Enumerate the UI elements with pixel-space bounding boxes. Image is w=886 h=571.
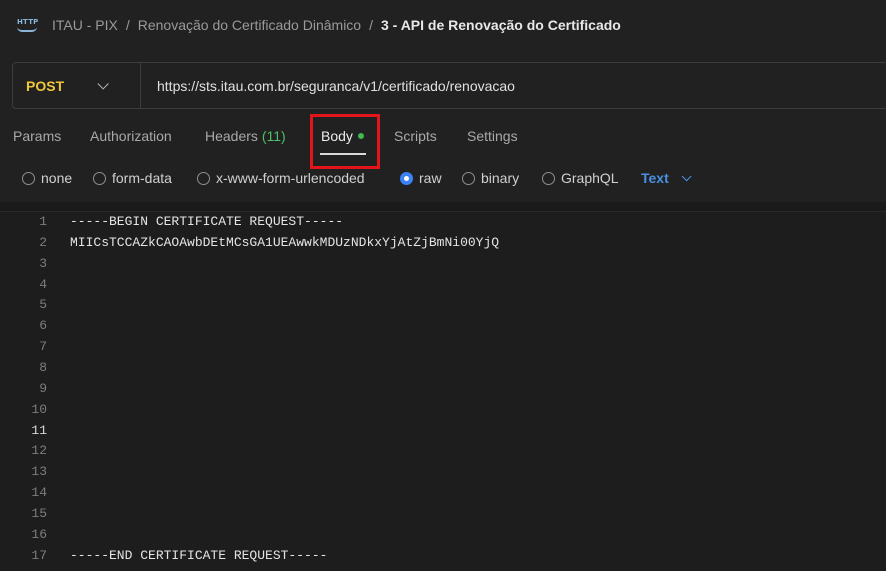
- line-number: 7: [39, 339, 47, 355]
- line-number: 12: [31, 443, 47, 459]
- breadcrumb: HTTP ITAU - PIX / Renovação do Certifica…: [0, 0, 886, 50]
- radio-label: binary: [481, 170, 520, 186]
- tab-authorization[interactable]: Authorization: [90, 128, 172, 144]
- radio-label: none: [41, 170, 73, 186]
- line-number: 4: [39, 276, 47, 292]
- radio-label: raw: [419, 170, 442, 186]
- request-tabs: Params Authorization Headers (11) Body S…: [0, 120, 886, 156]
- editor-line[interactable]: 13: [0, 464, 886, 485]
- editor-line[interactable]: 17 -----END CERTIFICATE REQUEST-----: [0, 548, 886, 569]
- chevron-down-icon: [97, 77, 109, 90]
- method-label: POST: [26, 77, 65, 94]
- code-text: -----END CERTIFICATE REQUEST-----: [70, 547, 328, 563]
- breadcrumb-folder[interactable]: Renovação do Certificado Dinâmico: [138, 17, 361, 33]
- url-bar: POST https://sts.itau.com.br/seguranca/v…: [12, 62, 886, 109]
- radio-circle-icon: [22, 171, 35, 185]
- radio-circle-icon: [542, 171, 555, 185]
- format-label: Text: [641, 170, 669, 186]
- line-number: 2: [39, 234, 47, 250]
- editor-line[interactable]: 2 MIICsTCCAZkCAOAwbDEtMCsGA1UEAwwkMDUzNDk…: [0, 235, 886, 256]
- radio-raw[interactable]: raw: [400, 170, 442, 186]
- editor-edge: [0, 202, 886, 211]
- radio-none[interactable]: none: [22, 170, 72, 186]
- code-text: -----BEGIN CERTIFICATE REQUEST-----: [70, 214, 344, 229]
- highlight-annotation: [310, 114, 380, 169]
- radio-label: form-data: [112, 170, 172, 186]
- editor-line[interactable]: 1 -----BEGIN CERTIFICATE REQUEST-----: [0, 214, 886, 235]
- editor-line[interactable]: 15: [0, 506, 886, 527]
- chevron-down-icon: [681, 170, 692, 181]
- radio-graphql[interactable]: GraphQL: [542, 170, 619, 186]
- editor-line[interactable]: 4: [0, 277, 886, 298]
- radio-circle-icon: [93, 171, 106, 185]
- radio-checked-icon: [400, 171, 413, 185]
- breadcrumb-separator: /: [369, 17, 373, 33]
- radio-form-data[interactable]: form-data: [93, 170, 172, 186]
- radio-label: GraphQL: [561, 170, 619, 186]
- tab-headers-label: Headers: [205, 128, 258, 144]
- url-input[interactable]: https://sts.itau.com.br/seguranca/v1/cer…: [141, 78, 515, 94]
- radio-x-www-form-urlencoded[interactable]: x-www-form-urlencoded: [197, 170, 365, 186]
- line-number: 17: [31, 547, 47, 563]
- line-number: 10: [31, 401, 47, 417]
- editor-line[interactable]: 12: [0, 443, 886, 464]
- body-type-selector: none form-data x-www-form-urlencoded raw…: [0, 166, 886, 192]
- editor-line[interactable]: 7: [0, 339, 886, 360]
- body-editor[interactable]: 1 -----BEGIN CERTIFICATE REQUEST----- 2 MII…: [0, 211, 886, 571]
- line-number: 13: [31, 464, 47, 480]
- line-number: 5: [39, 297, 47, 313]
- line-number: 14: [31, 485, 47, 501]
- editor-line[interactable]: 10: [0, 402, 886, 423]
- editor-line[interactable]: 14: [0, 485, 886, 506]
- line-number: 8: [39, 359, 47, 375]
- radio-circle-icon: [197, 171, 210, 185]
- line-number: 16: [31, 526, 47, 542]
- line-number: 3: [39, 255, 47, 271]
- http-request-icon: HTTP: [17, 16, 39, 34]
- editor-line[interactable]: 9: [0, 381, 886, 402]
- tab-params[interactable]: Params: [13, 128, 61, 144]
- editor-line[interactable]: 3: [0, 256, 886, 277]
- editor-line[interactable]: 16: [0, 527, 886, 548]
- tab-scripts[interactable]: Scripts: [394, 128, 437, 144]
- format-select[interactable]: Text: [641, 170, 692, 186]
- line-number: 1: [39, 214, 47, 229]
- breadcrumb-separator: /: [125, 17, 130, 33]
- line-number: 9: [39, 380, 47, 396]
- editor-line[interactable]: 11: [0, 423, 886, 444]
- line-number: 15: [31, 505, 47, 521]
- line-number: 6: [39, 318, 47, 334]
- radio-binary[interactable]: binary: [462, 170, 519, 186]
- radio-label: x-www-form-urlencoded: [216, 170, 365, 186]
- editor-line[interactable]: 6: [0, 318, 886, 339]
- tab-settings[interactable]: Settings: [467, 128, 518, 144]
- line-number: 11: [31, 422, 47, 438]
- radio-circle-icon: [462, 171, 475, 185]
- headers-count: (11): [261, 128, 286, 144]
- code-text: MIICsTCCAZkCAOAwbDEtMCsGA1UEAwwkMDUzNDkx…: [70, 234, 500, 250]
- tab-headers[interactable]: Headers (11): [205, 128, 286, 144]
- editor-line[interactable]: 5: [0, 297, 886, 318]
- method-select[interactable]: POST: [13, 63, 141, 108]
- editor-line[interactable]: 8: [0, 360, 886, 381]
- request-name[interactable]: 3 - API de Renovação do Certificado: [381, 17, 621, 33]
- breadcrumb-collection[interactable]: ITAU - PIX: [52, 17, 118, 33]
